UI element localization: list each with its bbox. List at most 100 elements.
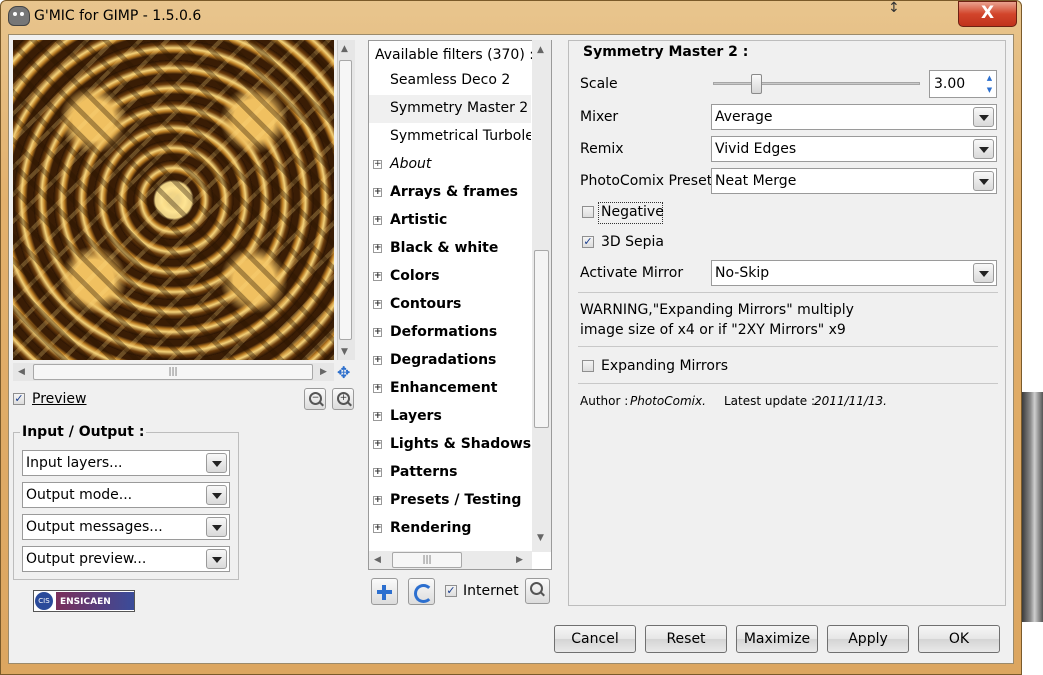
remix-combo[interactable]: Vivid Edges xyxy=(711,136,997,162)
zoom-out-icon: − xyxy=(309,392,322,405)
reset-button[interactable]: Reset xyxy=(645,625,727,653)
scroll-right-icon[interactable]: ▶ xyxy=(320,367,327,377)
expand-icon[interactable]: + xyxy=(373,272,382,281)
add-fave-button[interactable] xyxy=(371,578,398,605)
maximize-button[interactable]: Maximize xyxy=(736,625,818,653)
filter-vertical-thumb[interactable] xyxy=(534,250,549,428)
gimp-icon xyxy=(8,6,30,26)
scroll-left-icon[interactable]: ◀ xyxy=(18,367,25,377)
filter-category[interactable]: + Presets / Testing xyxy=(369,487,531,515)
scale-spinbox[interactable]: 3.00 ▲ ▼ xyxy=(929,70,997,98)
dropdown-arrow-icon[interactable] xyxy=(206,485,227,505)
mirror-label: Activate Mirror xyxy=(580,265,684,281)
scroll-down-icon[interactable]: ▼ xyxy=(341,347,348,357)
background-window xyxy=(1022,392,1043,622)
negative-checkbox[interactable] xyxy=(582,206,594,218)
preset-combo[interactable]: Neat Merge xyxy=(711,168,997,194)
io-title: Input / Output : xyxy=(20,424,147,440)
filter-category[interactable]: + Rendering xyxy=(369,515,531,543)
scroll-left-icon[interactable]: ◀ xyxy=(374,555,381,565)
remix-label: Remix xyxy=(580,141,624,157)
scroll-up-icon[interactable]: ▲ xyxy=(537,45,544,55)
apply-button[interactable]: Apply xyxy=(827,625,909,653)
dropdown-arrow-icon[interactable] xyxy=(206,453,227,473)
preview-vertical-thumb[interactable] xyxy=(339,60,352,340)
refresh-button[interactable] xyxy=(408,578,435,605)
filter-category[interactable]: + About xyxy=(369,151,531,179)
preview-horizontal-thumb[interactable]: ||| xyxy=(33,364,313,380)
filter-category[interactable]: + Black & white xyxy=(369,235,531,263)
search-icon xyxy=(530,582,543,595)
scroll-right-icon[interactable]: ▶ xyxy=(516,555,523,565)
dropdown-arrow-icon[interactable] xyxy=(973,171,994,191)
mixer-combo[interactable]: Average xyxy=(711,104,997,130)
author-name: PhotoComix. xyxy=(630,394,706,408)
title-bar[interactable]: G'MIC for GIMP - 1.5.0.6 ↕ X xyxy=(0,0,1022,34)
filter-category[interactable]: + Patterns xyxy=(369,459,531,487)
dropdown-arrow-icon[interactable] xyxy=(206,517,227,537)
cursor-icon: ↕ xyxy=(888,0,900,16)
expand-icon[interactable]: + xyxy=(373,328,382,337)
filter-category[interactable]: + Artistic xyxy=(369,207,531,235)
filter-item[interactable]: Seamless Deco 2 xyxy=(369,67,531,95)
expand-icon[interactable]: + xyxy=(373,496,382,505)
filter-category[interactable]: + Lights & Shadows xyxy=(369,431,531,459)
mirror-combo[interactable]: No-Skip xyxy=(711,260,997,286)
close-button[interactable]: X xyxy=(958,1,1017,27)
filter-category[interactable]: + Degradations xyxy=(369,347,531,375)
filter-horizontal-thumb[interactable]: ||| xyxy=(392,552,462,568)
expanding-mirrors-checkbox[interactable] xyxy=(582,360,594,372)
window-title: G'MIC for GIMP - 1.5.0.6 xyxy=(34,8,202,24)
dropdown-arrow-icon[interactable] xyxy=(973,139,994,159)
spin-up-icon[interactable]: ▲ xyxy=(984,72,995,84)
internet-label: Internet xyxy=(463,583,519,599)
dropdown-arrow-icon[interactable] xyxy=(973,107,994,127)
input-layers-combo[interactable]: Input layers... xyxy=(22,450,230,476)
scroll-up-icon[interactable]: ▲ xyxy=(341,44,348,54)
filter-tree[interactable]: Available filters (370) : Seamless Deco … xyxy=(368,40,552,570)
scroll-down-icon[interactable]: ▼ xyxy=(537,533,544,543)
preview-checkbox[interactable]: ✓ xyxy=(13,393,25,405)
expand-icon[interactable]: + xyxy=(373,356,382,365)
output-preview-combo[interactable]: Output preview... xyxy=(22,546,230,572)
expand-icon[interactable]: + xyxy=(373,300,382,309)
zoom-in-button[interactable]: + xyxy=(332,388,354,410)
expand-icon[interactable]: + xyxy=(373,160,382,169)
output-mode-combo[interactable]: Output mode... xyxy=(22,482,230,508)
filter-item-selected[interactable]: Symmetry Master 2 xyxy=(369,95,531,123)
filter-category[interactable]: + Contours xyxy=(369,291,531,319)
filter-category[interactable]: + Arrays & frames xyxy=(369,179,531,207)
filter-item[interactable]: Symmetrical Turbolen xyxy=(369,123,531,151)
dropdown-arrow-icon[interactable] xyxy=(973,263,994,283)
expand-icon[interactable]: + xyxy=(373,216,382,225)
scale-slider-track[interactable] xyxy=(713,82,920,85)
output-messages-combo[interactable]: Output messages... xyxy=(22,514,230,540)
ensicaen-logo[interactable]: CIS ENSICAEN xyxy=(33,590,135,612)
ok-button[interactable]: OK xyxy=(918,625,1000,653)
sepia-checkbox[interactable]: ✓ xyxy=(582,236,594,248)
expand-icon[interactable]: + xyxy=(373,244,382,253)
zoom-in-icon: + xyxy=(337,392,350,405)
scale-label: Scale xyxy=(580,76,618,92)
filter-category[interactable]: + Deformations xyxy=(369,319,531,347)
zoom-out-button[interactable]: − xyxy=(304,388,326,410)
expand-icon[interactable]: + xyxy=(373,412,382,421)
expand-icon[interactable]: + xyxy=(373,188,382,197)
cancel-button[interactable]: Cancel xyxy=(554,625,636,653)
preview-image[interactable] xyxy=(13,40,334,360)
expand-icon[interactable]: + xyxy=(373,468,382,477)
separator xyxy=(578,292,998,293)
spin-down-icon[interactable]: ▼ xyxy=(984,84,995,96)
expand-icon[interactable]: + xyxy=(373,440,382,449)
expand-icon[interactable]: + xyxy=(373,384,382,393)
search-button[interactable] xyxy=(525,578,550,604)
filter-category[interactable]: + Layers xyxy=(369,403,531,431)
dropdown-arrow-icon[interactable] xyxy=(206,549,227,569)
expand-icon[interactable]: + xyxy=(373,524,382,533)
filter-category[interactable]: + Colors xyxy=(369,263,531,291)
filter-category[interactable]: + Enhancement xyxy=(369,375,531,403)
internet-checkbox[interactable]: ✓ xyxy=(445,585,457,597)
filter-list-header: Available filters (370) : xyxy=(375,47,534,63)
move-icon[interactable]: ✥ xyxy=(337,363,350,382)
scale-slider-handle[interactable] xyxy=(751,74,762,94)
